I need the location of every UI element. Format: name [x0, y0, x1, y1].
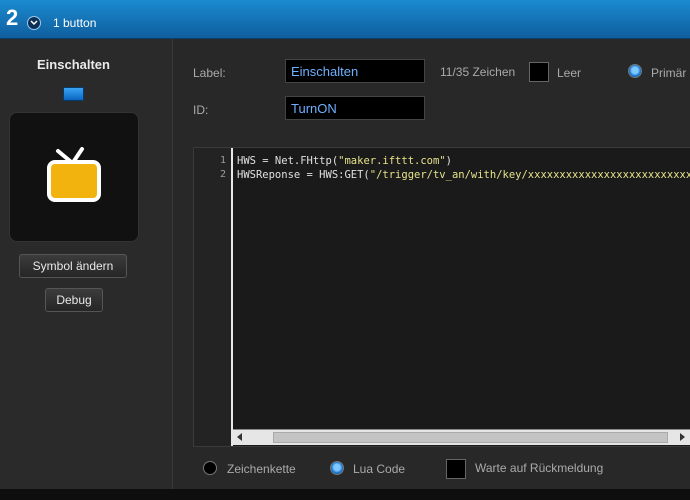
- button-title: Einschalten: [37, 57, 110, 72]
- left-panel: Einschalten Symbol ändern Debug: [0, 39, 173, 489]
- line-number: 1: [219, 155, 226, 166]
- horizontal-scrollbar[interactable]: [233, 429, 690, 445]
- id-caption: ID:: [193, 103, 209, 117]
- code-editor[interactable]: 1 2 HWS = Net.FHttp("maker.ifttt.com") H…: [193, 147, 690, 447]
- scene-number: 2: [6, 5, 19, 30]
- label-input[interactable]: Einschalten: [285, 59, 425, 83]
- empty-label: Leer: [557, 66, 582, 80]
- header-title: 1 button: [53, 16, 97, 30]
- change-symbol-button[interactable]: Symbol ändern: [19, 254, 127, 278]
- bottom-strip: [0, 489, 690, 500]
- line-number: 2: [219, 169, 226, 180]
- string-label: Zeichenkette: [227, 462, 296, 476]
- id-input[interactable]: TurnON: [285, 96, 425, 120]
- empty-checkbox[interactable]: [529, 62, 549, 82]
- lua-code-label: Lua Code: [353, 462, 406, 476]
- tv-icon: [47, 147, 101, 202]
- primary-label: Primär: [651, 66, 687, 80]
- lua-code-radio[interactable]: [330, 461, 344, 475]
- chevron-down-icon[interactable]: [27, 16, 41, 30]
- scroll-left-icon[interactable]: [237, 433, 242, 441]
- primary-radio[interactable]: [628, 64, 642, 78]
- wait-response-checkbox[interactable]: [446, 459, 466, 479]
- header-bar: 2 1 button: [0, 0, 690, 39]
- label-caption: Label:: [193, 66, 226, 80]
- code-line[interactable]: HWS = Net.FHttp("maker.ifttt.com"): [237, 154, 452, 168]
- char-count: 11/35 Zeichen: [440, 65, 516, 79]
- debug-button[interactable]: Debug: [45, 288, 103, 312]
- wait-response-label: Warte auf Rückmeldung: [475, 461, 604, 475]
- string-radio[interactable]: [203, 461, 217, 475]
- line-number-gutter: 1 2: [194, 148, 233, 446]
- status-led: [63, 87, 84, 101]
- scrollbar-thumb[interactable]: [273, 432, 668, 443]
- code-line[interactable]: HWSReponse = HWS:GET("/trigger/tv_an/wit…: [237, 168, 690, 182]
- button-icon-preview: [9, 112, 139, 242]
- scroll-right-icon[interactable]: [680, 433, 685, 441]
